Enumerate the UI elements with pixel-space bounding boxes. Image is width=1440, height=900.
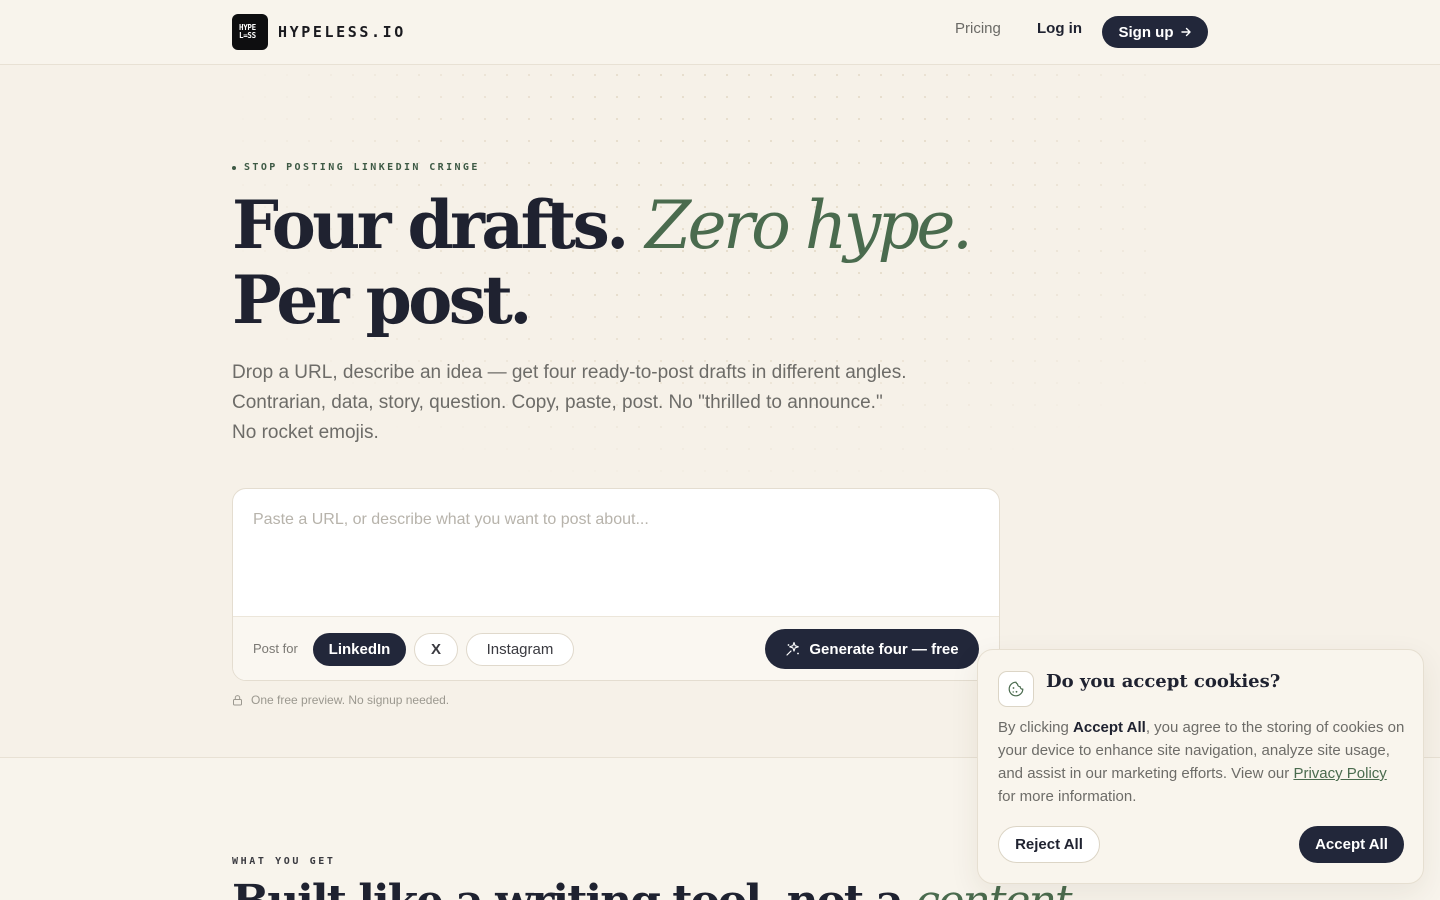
privacy-policy-link[interactable]: Privacy Policy xyxy=(1293,765,1386,782)
logo[interactable]: HYPE L=SS HYPELESS.IO xyxy=(232,14,406,50)
free-preview-note: One free preview. No signup needed. xyxy=(232,693,449,707)
composer-footer: Post for LinkedIn X Instagram Generate f… xyxy=(233,616,999,680)
cookie-body-prefix: By clicking xyxy=(998,719,1069,736)
hero-headline: Four drafts. Zero hype. Per post. xyxy=(232,188,1032,337)
headline-accent: Zero hype. xyxy=(645,187,973,264)
nav-pricing-link[interactable]: Pricing xyxy=(955,20,1001,37)
logo-mark-line2: L=SS xyxy=(239,31,256,40)
accept-all-button[interactable]: Accept All xyxy=(1299,826,1404,863)
logo-mark: HYPE L=SS xyxy=(232,14,268,50)
cookie-glyph-icon xyxy=(1008,681,1024,697)
hero-subhead: Drop a URL, describe an idea — get four … xyxy=(232,362,907,443)
hero-eyebrow: STOP POSTING LINKEDIN CRINGE xyxy=(232,162,480,173)
platform-chip-x[interactable]: X xyxy=(414,633,458,666)
section-title-part1: Built like a writing tool, not a xyxy=(232,876,904,900)
reject-all-button[interactable]: Reject All xyxy=(998,826,1100,863)
cookie-body-suffix: for more information. xyxy=(998,788,1137,805)
post-composer: Post for LinkedIn X Instagram Generate f… xyxy=(232,488,1000,681)
platform-chip-instagram[interactable]: Instagram xyxy=(466,633,574,666)
section-label: WHAT YOU GET xyxy=(232,856,336,867)
site-header: HYPE L=SS HYPELESS.IO Pricing Log in Sig… xyxy=(0,0,1440,65)
lock-icon xyxy=(233,695,242,706)
cookie-title: Do you accept cookies? xyxy=(1046,671,1281,692)
cookie-body-bold: Accept All xyxy=(1073,719,1146,736)
signup-button[interactable]: Sign up xyxy=(1102,16,1208,48)
post-for-label: Post for xyxy=(253,641,298,656)
arrow-right-icon xyxy=(1180,27,1191,37)
note-text: One free preview. No signup needed. xyxy=(251,693,450,707)
headline-part1: Four drafts. xyxy=(232,186,629,264)
headline-part2: Per post. xyxy=(232,261,532,339)
cookie-body: By clicking Accept All, you agree to the… xyxy=(998,716,1408,808)
eyebrow-bullet-icon xyxy=(232,165,236,170)
brand-name: HYPELESS.IO xyxy=(278,23,406,41)
cookie-consent-dialog: Do you accept cookies? By clicking Accep… xyxy=(977,649,1424,884)
cookie-icon xyxy=(998,671,1034,707)
generate-label: Generate four — free xyxy=(809,640,959,658)
nav-login-link[interactable]: Log in xyxy=(1037,20,1082,37)
signup-label: Sign up xyxy=(1118,23,1174,41)
platform-chip-linkedin[interactable]: LinkedIn xyxy=(313,633,406,666)
generate-button[interactable]: Generate four — free xyxy=(765,629,979,669)
eyebrow-text: STOP POSTING LINKEDIN CRINGE xyxy=(244,162,480,173)
sparkle-icon xyxy=(786,641,800,656)
topic-input[interactable] xyxy=(233,489,999,616)
